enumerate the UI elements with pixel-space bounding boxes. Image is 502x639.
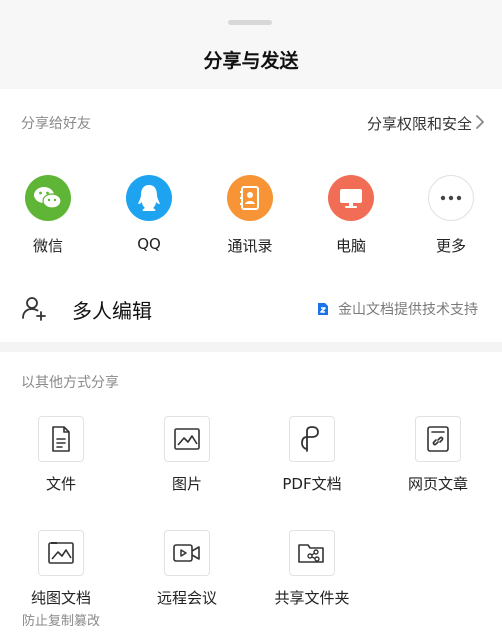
computer-icon xyxy=(328,175,374,221)
webpage-icon xyxy=(415,416,461,462)
share-target-label: 微信 xyxy=(32,237,63,255)
image-icon xyxy=(164,416,210,462)
image-doc-icon xyxy=(38,530,84,576)
multi-edit-row[interactable]: 多人编辑 金山文档提供技术支持 xyxy=(0,288,502,328)
share-option-label: 图片 xyxy=(171,475,202,493)
share-friends-section: 分享给好友 分享权限和安全 微信 QQ 通讯录 电脑 更多 多人编辑 金山文档提… xyxy=(0,89,502,343)
meeting-icon xyxy=(164,530,210,576)
contacts-icon xyxy=(227,175,273,221)
share-shared-folder[interactable]: 共享文件夹 xyxy=(257,530,367,608)
share-target-computer[interactable]: 电脑 xyxy=(306,175,396,256)
share-remote-meeting[interactable]: 远程会议 xyxy=(132,530,242,608)
sheet-title: 分享与发送 xyxy=(203,50,299,72)
share-target-more[interactable]: 更多 xyxy=(406,175,496,256)
share-option-label: 网页文章 xyxy=(407,475,468,493)
more-icon xyxy=(428,175,474,221)
share-as-file[interactable]: 文件 xyxy=(6,416,116,494)
share-target-label: QQ xyxy=(137,235,161,253)
share-option-label: PDF文档 xyxy=(282,475,342,493)
chevron-right-icon[interactable] xyxy=(472,113,488,131)
qq-icon xyxy=(126,175,172,221)
section-divider xyxy=(0,342,502,352)
share-target-wechat[interactable]: 微信 xyxy=(3,175,93,256)
share-option-label: 远程会议 xyxy=(156,589,217,607)
kdocs-logo-icon xyxy=(318,303,328,315)
share-option-label: 文件 xyxy=(45,475,76,493)
shared-folder-icon xyxy=(289,530,335,576)
wechat-icon xyxy=(25,175,71,221)
file-icon xyxy=(38,416,84,462)
share-target-qq[interactable]: QQ xyxy=(104,175,194,253)
share-option-sublabel: 防止复制篡改 xyxy=(21,614,100,629)
add-user-icon xyxy=(22,297,46,321)
powered-by: 金山文档提供技术支持 xyxy=(315,299,478,319)
share-target-label: 更多 xyxy=(435,237,466,255)
share-friends-label: 分享给好友 xyxy=(21,116,91,132)
share-as-pdf[interactable]: PDF文档 xyxy=(257,416,367,494)
share-sheet: 分享与发送 分享给好友 分享权限和安全 微信 QQ 通讯录 电脑 更多 多人编辑… xyxy=(0,0,502,639)
drag-handle[interactable] xyxy=(228,20,272,25)
pdf-icon xyxy=(289,416,335,462)
share-as-webpage[interactable]: 网页文章 xyxy=(383,416,493,494)
permission-security-link[interactable]: 分享权限和安全 xyxy=(367,113,472,134)
powered-by-text: 金山文档提供技术支持 xyxy=(338,302,478,318)
sheet-header: 分享与发送 xyxy=(0,0,502,89)
share-target-label: 通讯录 xyxy=(227,237,273,255)
share-option-label: 共享文件夹 xyxy=(274,589,350,607)
share-target-label: 电脑 xyxy=(335,237,366,255)
share-option-label: 纯图文档 xyxy=(30,589,91,607)
share-as-image-doc[interactable]: 纯图文档 防止复制篡改 xyxy=(6,530,116,629)
share-as-image[interactable]: 图片 xyxy=(132,416,242,494)
multi-edit-label: 多人编辑 xyxy=(72,299,152,323)
other-share-label: 以其他方式分享 xyxy=(21,375,119,391)
other-share-section: 以其他方式分享 文件 图片 PDF文档 网页文章 纯图文档 防止复制篡改 远程会… xyxy=(0,352,502,639)
share-target-contacts[interactable]: 通讯录 xyxy=(205,175,295,256)
